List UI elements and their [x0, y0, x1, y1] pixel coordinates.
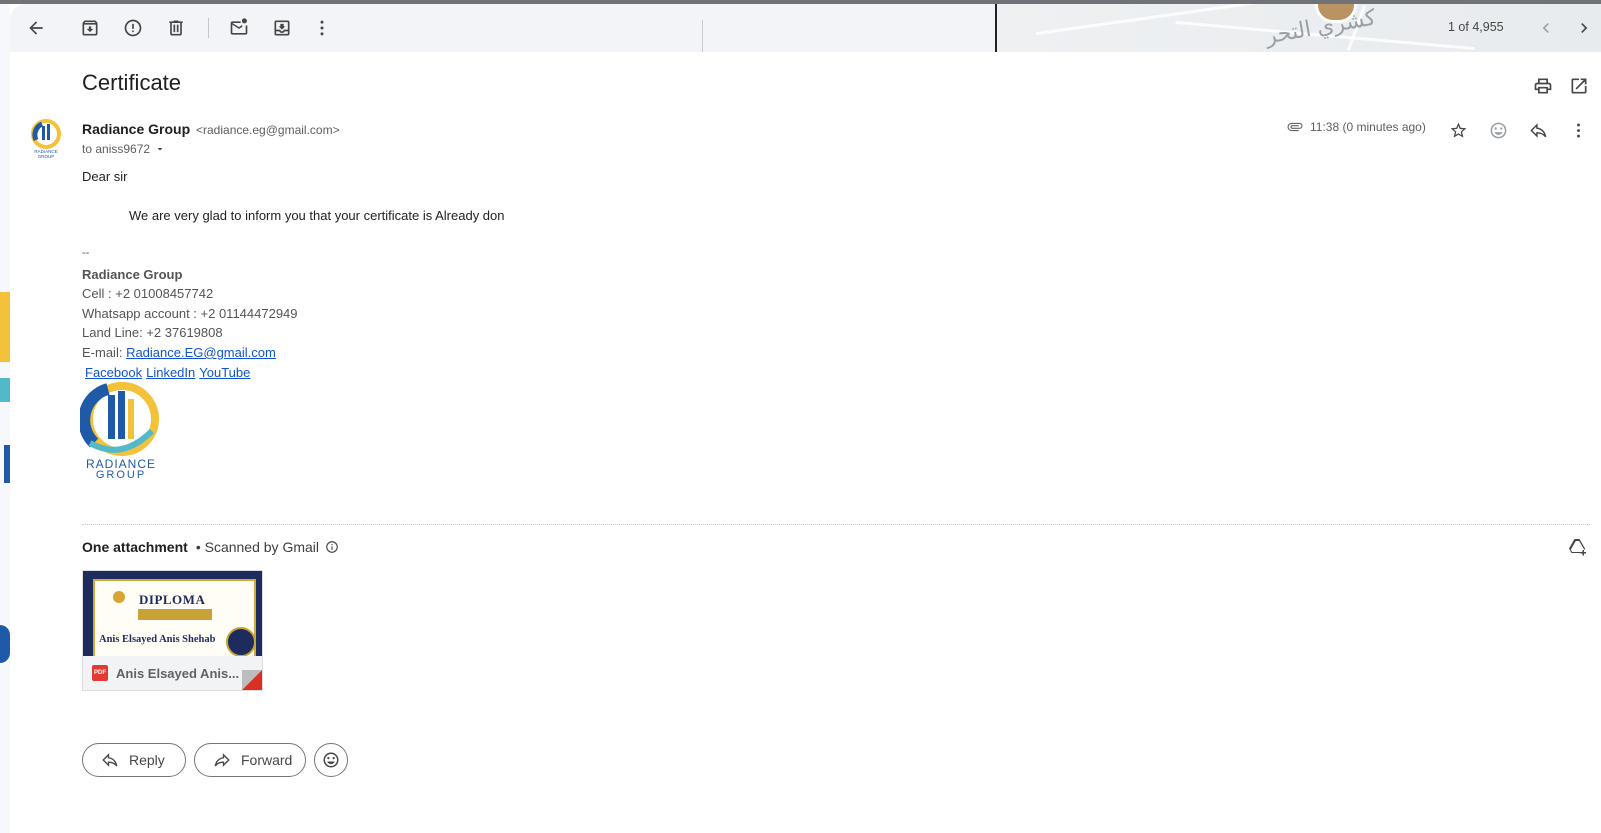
attachments-header: One attachment • Scanned by Gmail	[82, 539, 339, 555]
attachments-count: One attachment	[82, 539, 188, 555]
page-fold	[242, 670, 262, 690]
report-spam-button[interactable]	[117, 12, 149, 44]
delete-button[interactable]	[160, 12, 192, 44]
archive-icon	[82, 20, 98, 36]
signature-separator: --	[82, 247, 90, 259]
background-shape	[0, 625, 10, 663]
print-button[interactable]	[1531, 74, 1555, 98]
scanned-label: • Scanned by Gmail	[195, 539, 319, 555]
forward-icon	[214, 753, 230, 767]
open-in-new-icon	[1571, 78, 1587, 94]
open-new-window-button[interactable]	[1567, 74, 1591, 98]
forward-button[interactable]: Forward	[194, 743, 306, 777]
attachment-filename: Anis Elsayed Anis...	[116, 665, 240, 681]
arrow-back-icon	[29, 21, 43, 35]
map-divider	[995, 4, 997, 52]
signature-email: E-mail: Radiance.EG@gmail.com	[82, 345, 276, 360]
recipients-toggle[interactable]: to aniss9672	[82, 142, 166, 156]
signature-email-link[interactable]: Radiance.EG@gmail.com	[126, 345, 276, 360]
newer-button[interactable]	[1530, 12, 1562, 44]
signature-whatsapp: Whatsapp account : +2 01144472949	[82, 306, 298, 321]
attachment-card[interactable]: DIPLOMA Anis Elsayed Anis Shehab PDF Ani…	[82, 570, 263, 691]
more-vert-icon	[1576, 123, 1580, 137]
background-map: كشري التحر	[995, 4, 1601, 52]
signature-cell: Cell : +2 01008457742	[82, 286, 214, 301]
reply-icon-button[interactable]	[1526, 118, 1550, 142]
email-meta: 11:38 (0 minutes ago)	[1286, 118, 1426, 136]
reply-label: Reply	[129, 752, 165, 768]
svg-text:GROUP: GROUP	[38, 154, 55, 158]
reply-icon	[1529, 122, 1546, 138]
toolbar-divider	[208, 18, 209, 38]
sender-avatar: RADIANCE GROUP	[31, 119, 61, 158]
move-to-inbox-icon	[274, 20, 290, 36]
emoji-icon	[323, 752, 339, 768]
pagination-count: 1 of 4,955	[1448, 20, 1504, 34]
toolbar-separator	[702, 20, 703, 52]
youtube-link[interactable]: YouTube	[199, 365, 250, 380]
attachment-thumbnail: DIPLOMA Anis Elsayed Anis Shehab	[83, 571, 262, 656]
star-button[interactable]	[1446, 118, 1470, 142]
report-spam-icon	[124, 19, 142, 37]
background-shape	[0, 292, 10, 362]
print-icon	[1534, 78, 1552, 94]
signature-landline: Land Line: +2 37619808	[82, 325, 223, 340]
emoji-react-button[interactable]	[314, 743, 348, 777]
move-to-button[interactable]	[266, 12, 298, 44]
add-to-drive-icon[interactable]	[1566, 537, 1590, 561]
signature-email-label: E-mail:	[82, 345, 127, 360]
email-subject: Certificate	[82, 70, 182, 95]
attachments-divider	[82, 524, 1590, 525]
chevron-left-icon	[1542, 23, 1549, 33]
background-page-strip	[0, 0, 10, 833]
forward-label: Forward	[241, 752, 293, 768]
emoji-icon	[1490, 122, 1506, 138]
archive-button[interactable]	[74, 12, 106, 44]
background-shape	[4, 445, 10, 483]
star-icon	[1450, 122, 1466, 138]
info-icon[interactable]	[325, 540, 339, 554]
reply-button[interactable]: Reply	[82, 743, 186, 777]
greeting: Dear sir	[82, 169, 128, 184]
recipient-text: to aniss9672	[82, 142, 151, 156]
attachment-icon	[1287, 122, 1303, 132]
older-button[interactable]	[1568, 12, 1600, 44]
sender-email: <radiance.eg@gmail.com>	[196, 123, 340, 137]
signature-name: Radiance Group	[82, 267, 183, 282]
linkedin-link[interactable]: LinkedIn	[146, 365, 195, 380]
social-links: Facebook LinkedIn YouTube	[85, 365, 250, 380]
more-options-button[interactable]	[306, 12, 338, 44]
chevron-right-icon	[1581, 23, 1588, 33]
facebook-link[interactable]: Facebook	[85, 365, 142, 380]
sender-name[interactable]: Radiance Group	[82, 121, 190, 137]
more-vert-icon	[320, 20, 324, 36]
thumb-name: Anis Elsayed Anis Shehab	[99, 634, 216, 645]
caret-down-icon	[157, 148, 163, 151]
reply-icon	[102, 753, 118, 767]
email-timestamp: 11:38 (0 minutes ago)	[1310, 120, 1426, 134]
add-reaction-button[interactable]	[1486, 118, 1510, 142]
message-more-button[interactable]	[1566, 118, 1590, 142]
mark-unread-icon	[230, 18, 248, 35]
pdf-icon: PDF	[92, 665, 108, 681]
background-shape	[0, 378, 10, 402]
logo-text-group: GROUP	[96, 469, 146, 479]
back-button[interactable]	[20, 12, 52, 44]
thumb-title: DIPLOMA	[139, 592, 206, 607]
trash-icon	[169, 20, 183, 36]
email-toolbar: كشري التحر 1 of 4,955	[10, 4, 1601, 52]
mark-unread-button[interactable]	[223, 12, 255, 44]
attachment-footer: PDF Anis Elsayed Anis...	[83, 656, 262, 690]
radiance-group-logo: RADIANCE GROUP	[80, 382, 159, 479]
body-paragraph: We are very glad to inform you that your…	[129, 208, 505, 223]
